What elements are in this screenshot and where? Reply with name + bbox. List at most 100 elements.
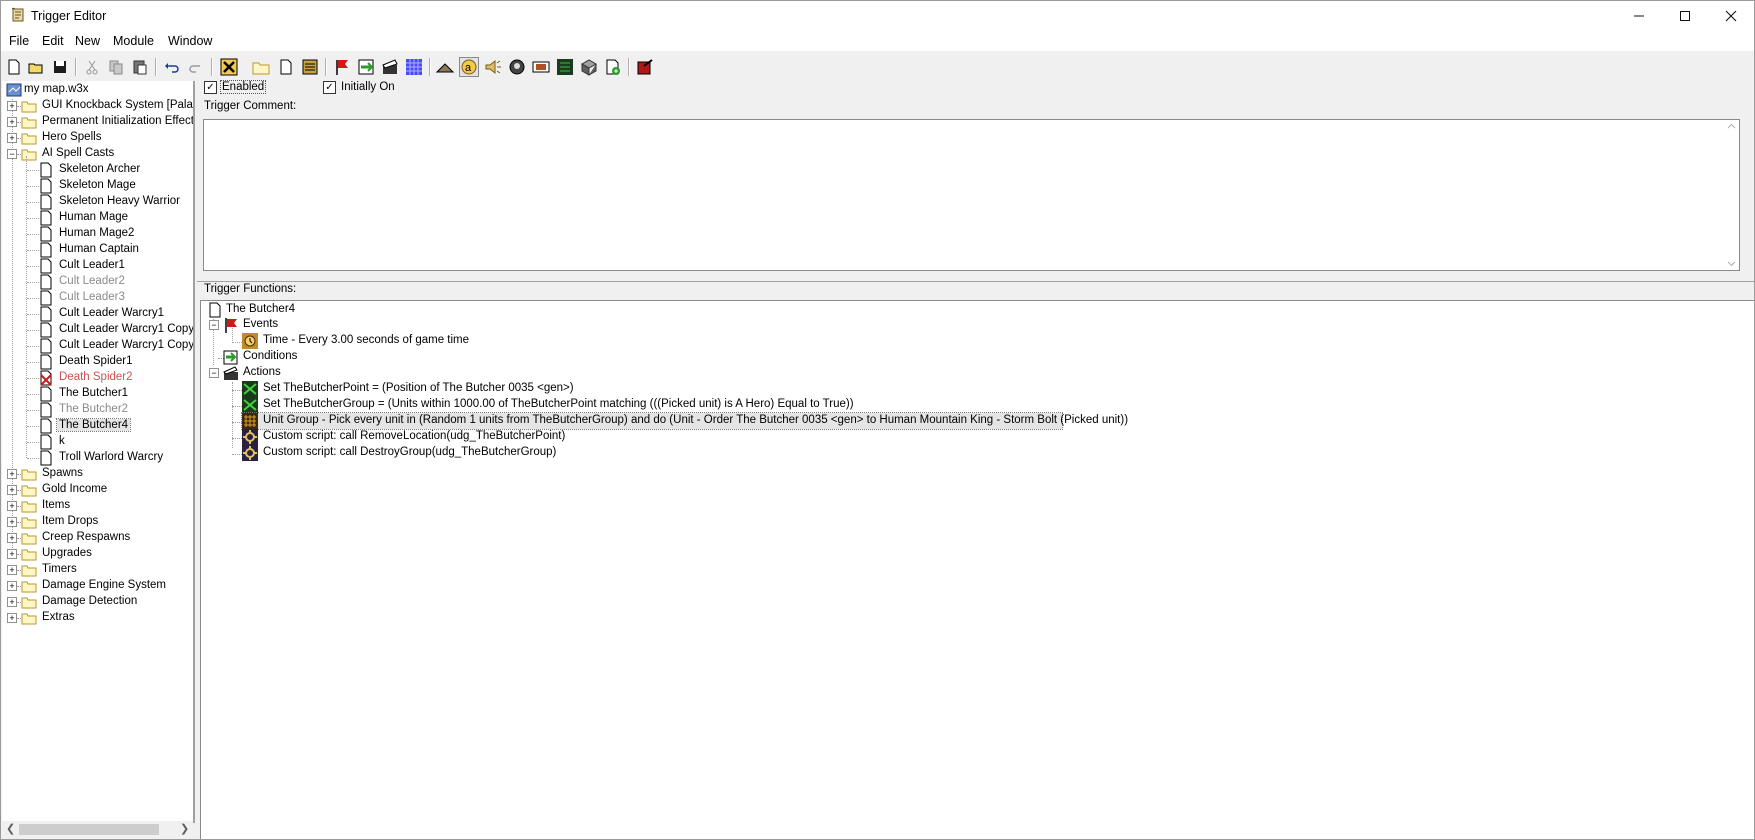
tree-horizontal-scrollbar[interactable]: ❮ ❯ bbox=[2, 821, 193, 838]
new-trigger-icon[interactable] bbox=[276, 57, 296, 77]
folder-icon bbox=[21, 131, 37, 145]
open-icon[interactable] bbox=[26, 57, 46, 77]
expand-icon[interactable]: + bbox=[7, 133, 17, 143]
enabled-label: Enabled bbox=[219, 80, 267, 94]
object-manager-icon[interactable] bbox=[579, 57, 599, 77]
scroll-thumb[interactable] bbox=[19, 824, 159, 835]
save-icon[interactable] bbox=[50, 57, 70, 77]
expand-icon[interactable]: + bbox=[7, 517, 17, 527]
collapse-icon[interactable]: − bbox=[7, 149, 17, 159]
sound-editor-icon[interactable] bbox=[483, 57, 503, 77]
folder-icon bbox=[21, 595, 37, 609]
disabled-trigger-icon bbox=[40, 402, 52, 418]
comment-vertical-scrollbar[interactable] bbox=[1724, 120, 1739, 270]
trigger-document-icon bbox=[40, 306, 52, 322]
custom-script-icon bbox=[242, 429, 258, 445]
trigger-document-icon bbox=[40, 226, 52, 242]
expand-icon[interactable]: + bbox=[7, 581, 17, 591]
scroll-left-icon[interactable]: ❮ bbox=[6, 822, 15, 835]
panel-splitter[interactable] bbox=[197, 277, 1754, 282]
action-text: Unit Group - Pick every unit in (Random … bbox=[263, 414, 1129, 426]
tree-category-label: Damage Detection bbox=[42, 595, 138, 607]
tree-category-label: Upgrades bbox=[42, 547, 92, 559]
trigger-functions-tree[interactable]: The Butcher4 − Events Time - Every 3.00 … bbox=[200, 300, 1754, 839]
disabled-trigger-icon bbox=[40, 290, 52, 306]
campaign-editor-icon[interactable] bbox=[531, 57, 551, 77]
trigger-document-icon bbox=[40, 354, 52, 370]
expand-icon[interactable]: + bbox=[7, 613, 17, 623]
trigger-tree[interactable]: my map.w3x + GUI Knockback System [Palado… bbox=[2, 81, 195, 823]
redo-icon[interactable] bbox=[186, 57, 206, 77]
ai-editor-icon[interactable] bbox=[555, 57, 575, 77]
tree-category-label: Permanent Initialization Effects bbox=[42, 115, 195, 127]
map-icon bbox=[6, 82, 22, 98]
trigger-editor-icon[interactable]: a bbox=[459, 57, 479, 77]
tree-category-label: Item Drops bbox=[42, 515, 99, 527]
cut-icon[interactable] bbox=[82, 57, 102, 77]
trigger-document-icon bbox=[208, 302, 222, 318]
new-icon[interactable] bbox=[4, 57, 24, 77]
new-comment-icon[interactable] bbox=[300, 57, 320, 77]
new-action-icon[interactable] bbox=[380, 57, 400, 77]
expand-icon[interactable]: + bbox=[7, 469, 17, 479]
unit-group-icon bbox=[242, 413, 258, 429]
close-icon[interactable] bbox=[1708, 1, 1754, 31]
terrain-editor-icon[interactable] bbox=[435, 57, 455, 77]
folder-icon bbox=[21, 579, 37, 593]
test-map-icon[interactable] bbox=[404, 57, 424, 77]
expand-icon[interactable]: + bbox=[7, 533, 17, 543]
action-text: Custom script: call DestroyGroup(udg_The… bbox=[263, 446, 557, 458]
tree-category-label: Damage Engine System bbox=[42, 579, 167, 591]
object-editor-icon[interactable] bbox=[507, 57, 527, 77]
scroll-right-icon[interactable]: ❯ bbox=[180, 822, 189, 835]
new-event-icon[interactable] bbox=[332, 57, 352, 77]
menu-new[interactable]: New bbox=[75, 34, 100, 48]
tree-trigger-label: Cult Leader Warcry1 Copy Copy bbox=[59, 339, 195, 351]
tree-category-label: Extras bbox=[42, 611, 75, 623]
folder-icon bbox=[21, 547, 37, 561]
import-manager-icon[interactable] bbox=[603, 57, 623, 77]
folder-icon bbox=[21, 531, 37, 545]
expand-icon[interactable]: + bbox=[7, 565, 17, 575]
expand-icon[interactable]: + bbox=[7, 597, 17, 607]
tree-category-label: Creep Respawns bbox=[42, 531, 131, 543]
menu-file[interactable]: File bbox=[9, 34, 29, 48]
menu-edit[interactable]: Edit bbox=[42, 34, 64, 48]
new-category-icon[interactable] bbox=[251, 57, 271, 77]
delete-icon[interactable] bbox=[219, 57, 239, 77]
collapse-icon[interactable]: − bbox=[209, 368, 219, 378]
collapse-icon[interactable]: − bbox=[209, 320, 219, 330]
expand-icon[interactable]: + bbox=[7, 485, 17, 495]
expand-icon[interactable]: + bbox=[7, 101, 17, 111]
disabled-trigger-icon bbox=[40, 274, 52, 290]
expand-icon[interactable]: + bbox=[7, 549, 17, 559]
tree-trigger-label: Death Spider2 bbox=[59, 371, 133, 383]
folder-icon bbox=[21, 563, 37, 577]
trigger-document-icon bbox=[40, 162, 52, 178]
new-condition-icon[interactable] bbox=[356, 57, 376, 77]
copy-icon[interactable] bbox=[106, 57, 126, 77]
expand-icon[interactable]: + bbox=[7, 117, 17, 127]
tree-trigger-label: Cult Leader Warcry1 bbox=[59, 307, 165, 319]
tree-trigger-label: The Butcher4 bbox=[55, 418, 132, 432]
initially-on-checkbox[interactable]: ✓ bbox=[323, 81, 336, 94]
maximize-icon[interactable] bbox=[1662, 1, 1708, 31]
trigger-name: The Butcher4 bbox=[226, 303, 296, 315]
tree-category-label: GUI Knockback System [Paladon] bbox=[42, 99, 193, 111]
minimize-icon[interactable] bbox=[1616, 1, 1662, 31]
paste-icon[interactable] bbox=[130, 57, 150, 77]
trigger-document-icon bbox=[40, 322, 52, 338]
enabled-checkbox[interactable]: ✓ bbox=[204, 81, 217, 94]
set-variable-icon bbox=[242, 381, 258, 397]
test-map-run-icon[interactable] bbox=[635, 57, 655, 77]
trigger-comment-field[interactable] bbox=[203, 119, 1740, 271]
action-row-selected[interactable]: Unit Group - Pick every unit in (Random … bbox=[241, 412, 1128, 430]
tree-trigger-label: The Butcher1 bbox=[59, 387, 129, 399]
expand-icon[interactable]: + bbox=[7, 501, 17, 511]
tree-category-label: AI Spell Casts bbox=[42, 147, 115, 159]
menu-bar: File Edit New Module Window bbox=[1, 31, 1754, 51]
toolbar: a bbox=[1, 53, 1754, 81]
menu-module[interactable]: Module bbox=[113, 34, 154, 48]
menu-window[interactable]: Window bbox=[168, 34, 212, 48]
undo-icon[interactable] bbox=[162, 57, 182, 77]
